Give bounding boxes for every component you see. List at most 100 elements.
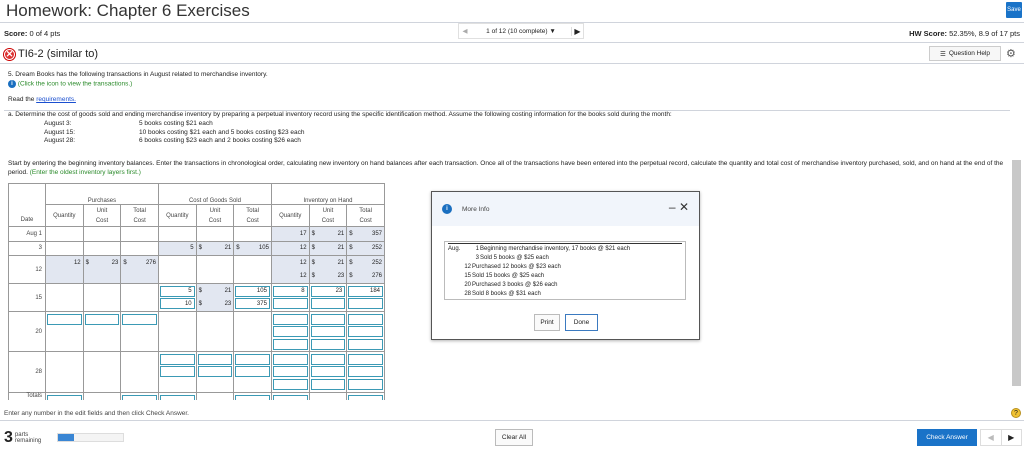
cell-input[interactable]: [272, 366, 308, 377]
prev-part-icon[interactable]: ◀: [981, 430, 1001, 445]
cell-input[interactable]: 5: [159, 285, 195, 297]
cell-input[interactable]: [272, 338, 308, 350]
cell-input[interactable]: [348, 313, 383, 325]
cell-input[interactable]: 8: [272, 285, 308, 297]
cell-input[interactable]: [197, 366, 233, 377]
cell-input[interactable]: 10: [159, 298, 195, 309]
cell-value: $276: [121, 256, 158, 270]
value: 21: [337, 259, 345, 266]
table-cell: [308, 351, 348, 393]
cell-input[interactable]: [197, 353, 233, 365]
question-help-label: Question Help: [948, 50, 991, 57]
cell-input[interactable]: [272, 394, 308, 400]
column-header: Unit Cost: [82, 204, 122, 227]
requirements-link[interactable]: requirements.: [36, 96, 76, 103]
gear-icon[interactable]: ⚙: [1006, 47, 1016, 60]
value: 252: [371, 245, 382, 252]
table-cell: [45, 240, 84, 256]
save-button[interactable]: Save: [1006, 2, 1022, 18]
cell-input[interactable]: 23: [310, 285, 346, 297]
read-the-label: Read the: [8, 96, 37, 103]
cell-input[interactable]: 105: [235, 285, 270, 297]
value: 21: [224, 287, 232, 294]
value: 23: [337, 273, 345, 280]
costing-date: August 15:: [44, 128, 76, 136]
check-answer-button[interactable]: Check Answer: [917, 429, 977, 446]
table-cell: [82, 240, 122, 256]
cell-input[interactable]: [310, 298, 346, 309]
cell-input[interactable]: [159, 394, 195, 400]
cell-input[interactable]: [122, 394, 157, 400]
help-icon[interactable]: ?: [1011, 408, 1021, 418]
cell-value: $252: [347, 256, 384, 270]
clear-all-button[interactable]: Clear All: [495, 429, 533, 446]
minimize-icon[interactable]: ‒: [669, 200, 676, 214]
cell-input[interactable]: 375: [235, 298, 270, 309]
hw-score: HW Score: 52.35%, 8.9 of 17 pts: [909, 29, 1020, 38]
table-row: 3 5 $21 $105 12 $21 $252: [8, 240, 385, 256]
currency-symbol: $: [311, 273, 315, 280]
cell-input[interactable]: [159, 366, 195, 377]
cell-input[interactable]: [310, 366, 346, 377]
cell-value: $23: [196, 297, 234, 311]
next-question-icon[interactable]: ▶: [571, 26, 583, 36]
cell-input[interactable]: [310, 326, 346, 337]
cell-input[interactable]: [348, 353, 383, 365]
value: 5: [190, 245, 194, 252]
cell-input[interactable]: [235, 366, 270, 377]
cell-input[interactable]: [235, 353, 270, 365]
cell-input[interactable]: [348, 366, 383, 377]
table-cell: [157, 255, 197, 284]
score: Score: 0 of 4 pts: [4, 29, 60, 38]
table-cell: [120, 226, 159, 242]
prev-question-icon[interactable]: ◀: [459, 27, 471, 35]
score-label: Score:: [4, 29, 28, 38]
done-button[interactable]: Done: [565, 314, 598, 331]
cell-input[interactable]: [272, 313, 308, 325]
table-row: Totals: [8, 392, 385, 400]
cell-input[interactable]: [348, 378, 383, 390]
table-cell: [120, 283, 159, 312]
info-icon[interactable]: i: [8, 80, 16, 88]
value: 276: [145, 259, 156, 266]
cell-input[interactable]: [84, 313, 120, 325]
column-header: Quantity: [45, 204, 84, 227]
table-cell: 12: [270, 240, 310, 256]
cell-input[interactable]: [310, 378, 346, 390]
cell-input[interactable]: [272, 378, 308, 390]
cell-input[interactable]: [122, 313, 157, 325]
print-button[interactable]: Print: [534, 314, 560, 331]
cell-input[interactable]: [348, 326, 383, 337]
table-cell: [120, 311, 159, 352]
cell-input[interactable]: [310, 313, 346, 325]
cell-input[interactable]: [272, 353, 308, 365]
question-help-button[interactable]: ☰ Question Help: [929, 46, 1001, 61]
day: 1: [475, 246, 479, 252]
close-icon[interactable]: ✕: [679, 200, 689, 214]
next-part-icon[interactable]: ▶: [1000, 430, 1022, 445]
table-cell: [308, 311, 348, 352]
cell-input[interactable]: [235, 394, 270, 400]
costing-item: August 3: 5 books costing $21 each: [44, 120, 305, 129]
month: [448, 281, 462, 290]
question-selector[interactable]: 1 of 12 (10 complete) ▼: [471, 28, 571, 35]
page-title: Homework: Chapter 6 Exercises: [6, 1, 250, 20]
cell-input[interactable]: 184: [348, 285, 383, 297]
cell-input[interactable]: [310, 353, 346, 365]
read-requirements: Read the requirements.: [8, 96, 76, 105]
cell-input[interactable]: [272, 326, 308, 337]
cell-input[interactable]: [47, 313, 82, 325]
costing-list: August 3: 5 books costing $21 each August …: [44, 120, 305, 146]
cell-input[interactable]: [47, 394, 82, 400]
cell-input[interactable]: [348, 338, 383, 350]
cell-input[interactable]: [310, 338, 346, 350]
click-icon-text: (Click the icon to view the transactions…: [17, 80, 133, 88]
cell-input[interactable]: [272, 298, 308, 309]
cell-input[interactable]: [159, 353, 195, 365]
table-cell: 8: [270, 283, 310, 312]
scrollbar[interactable]: [1012, 160, 1021, 386]
cell-input[interactable]: [348, 394, 383, 400]
table-cell: 12 12: [270, 255, 310, 284]
view-transactions-link[interactable]: i (Click the icon to view the transactio…: [8, 80, 132, 89]
cell-input[interactable]: [348, 298, 383, 309]
